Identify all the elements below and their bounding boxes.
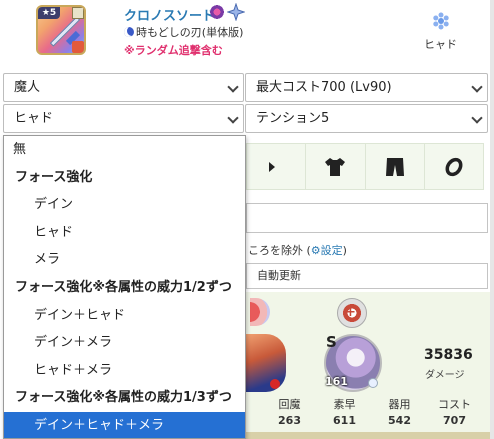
random-note: ※ランダム追撃含む — [124, 44, 223, 57]
stat-label: 素早 — [333, 398, 356, 411]
gear-icon: ⚙ — [310, 244, 321, 257]
stat-label: 回魔 — [278, 398, 301, 411]
sparkle-icon — [227, 3, 245, 21]
equipment-row — [246, 143, 484, 190]
auto-update-label: 自動更新 — [257, 269, 301, 282]
stat-speed: 素早 611 — [317, 396, 372, 432]
weapon-name[interactable]: クロノスソード — [124, 5, 215, 24]
search-input[interactable] — [246, 203, 488, 233]
exclude-line: ころを除外 (⚙設定) — [248, 244, 347, 257]
weapon-star-badge: ★5 — [38, 7, 60, 19]
weapon-header: ★5 クロノスソード 時もどしの刃(単体版) ※ランダム追撃含む ヒャド — [0, 0, 494, 70]
dropdown-group-header: フォース強化※各属性の威力1/2ずつ — [15, 279, 232, 295]
fire-element-icon — [270, 379, 280, 389]
rank-badge: S — [326, 333, 337, 351]
ice-snowflake-icon[interactable] — [432, 12, 450, 30]
damage-label: ダメージ — [425, 370, 465, 381]
chevron-down-icon — [227, 112, 239, 124]
equip-slot-body[interactable] — [306, 144, 366, 189]
dropdown-option[interactable]: デイン＋メラ — [4, 329, 245, 357]
equip-slot-accessory[interactable] — [247, 144, 307, 189]
weapon-type-icon — [72, 41, 84, 53]
dropdown-option[interactable]: メラ — [4, 246, 245, 274]
stat-value: 611 — [333, 414, 356, 427]
race-select-value: 魔人 — [14, 80, 41, 95]
force-dropdown-list[interactable]: 無 フォース強化 デイン ヒャド メラ フォース強化※各属性の威力1/2ずつ デ… — [3, 135, 246, 439]
cost-select-value: 最大コスト700 (Lv90) — [256, 80, 392, 95]
stat-value: 542 — [388, 414, 411, 427]
stats-row: 回魔 263 素早 611 器用 542 コスト 707 — [262, 396, 482, 432]
race-select[interactable]: 魔人 — [3, 73, 244, 102]
weapon-mini-icon — [72, 7, 84, 19]
scrollbar[interactable] — [490, 0, 494, 439]
bottom-strip — [246, 432, 494, 439]
weapon-icon[interactable]: ★5 — [36, 5, 86, 55]
skill-gem-icon — [209, 4, 225, 20]
accessory-icon — [269, 161, 276, 172]
weapon-sub-line: 時もどしの刃(単体版) — [124, 24, 243, 40]
force-select-value: ヒャド — [14, 111, 54, 126]
weapon-sub-text: 時もどしの刃(単体版) — [136, 26, 244, 39]
settings-link[interactable]: 設定 — [321, 244, 343, 257]
chevron-down-icon — [471, 112, 483, 124]
stat-cost: コスト 707 — [427, 396, 482, 432]
stat-label: 器用 — [388, 398, 411, 411]
ring-icon — [445, 157, 463, 176]
plus-icon: + — [345, 305, 356, 320]
tension-select-value: テンション5 — [256, 111, 330, 126]
monster-level: 161 — [325, 375, 348, 388]
tension-select[interactable]: テンション5 — [245, 104, 488, 133]
monster-portrait-left[interactable] — [246, 334, 286, 392]
exclude-text: ころを除外 — [248, 244, 303, 257]
equip-slot-legs[interactable] — [366, 144, 425, 189]
dropdown-option-selected[interactable]: デイン＋ヒャド＋メラ — [4, 411, 245, 438]
cost-select[interactable]: 最大コスト700 (Lv90) — [245, 73, 488, 102]
shirt-icon — [325, 157, 346, 176]
stat-value: 707 — [443, 414, 466, 427]
dropdown-option[interactable]: デイン — [4, 191, 245, 219]
element-label: ヒャド — [424, 38, 457, 51]
stat-label: コスト — [438, 398, 471, 411]
chevron-down-icon — [471, 81, 483, 93]
stat-dexterity: 器用 542 — [372, 396, 427, 432]
dropdown-option[interactable]: ヒャド＋メラ — [4, 357, 245, 385]
pants-icon — [385, 157, 404, 176]
dropdown-group-header: フォース強化※各属性の威力1/3ずつ — [15, 390, 232, 406]
stat-value: 263 — [278, 414, 301, 427]
auto-update-toggle[interactable]: 自動更新 — [246, 263, 488, 289]
force-select[interactable]: ヒャド — [3, 104, 244, 133]
crescent-icon — [124, 27, 134, 37]
ice-element-icon — [368, 378, 378, 388]
dropdown-option[interactable]: 無 — [4, 136, 245, 164]
stat-magic-recovery: 回魔 263 — [262, 396, 317, 432]
dropdown-group-header: フォース強化 — [15, 169, 93, 185]
dropdown-option[interactable]: ヒャド — [4, 219, 245, 247]
equip-slot-ring[interactable] — [425, 144, 483, 189]
dropdown-option[interactable]: デイン＋ヒャド — [4, 302, 245, 330]
chevron-down-icon — [227, 81, 239, 93]
damage-value: 35836 — [424, 347, 473, 363]
